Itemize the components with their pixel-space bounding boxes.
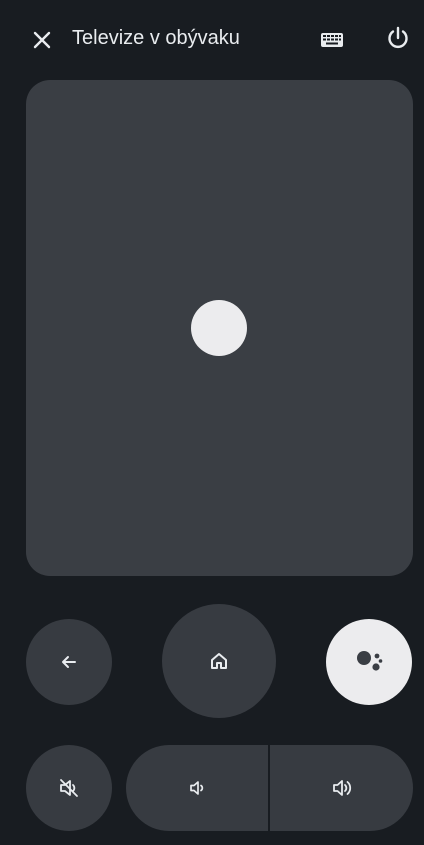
mute-button[interactable] (26, 745, 112, 831)
top-app-bar: Televize v obývaku (0, 0, 424, 80)
touchpad[interactable] (26, 80, 413, 576)
power-button[interactable] (378, 18, 418, 58)
volume-control (126, 745, 413, 831)
tv-remote-screen: Televize v obývaku (0, 0, 424, 845)
volume-divider (268, 745, 270, 831)
keyboard-icon (321, 33, 343, 47)
assistant-button[interactable] (326, 619, 412, 705)
google-assistant-icon (357, 651, 383, 671)
back-button[interactable] (26, 619, 112, 705)
power-icon (388, 26, 408, 49)
arrow-left-icon (62, 656, 76, 668)
volume-up-icon (333, 780, 352, 796)
close-icon (33, 31, 51, 49)
volume-down-icon (190, 781, 204, 795)
home-icon (211, 653, 227, 669)
close-button[interactable] (22, 20, 62, 60)
home-button[interactable] (162, 604, 276, 718)
volume-off-icon (60, 779, 78, 797)
touchpad-cursor-dot (191, 300, 247, 356)
volume-up-button[interactable] (271, 745, 413, 831)
device-title: Televize v obývaku (72, 27, 240, 49)
volume-down-button[interactable] (126, 745, 268, 831)
keyboard-button[interactable] (312, 20, 352, 60)
